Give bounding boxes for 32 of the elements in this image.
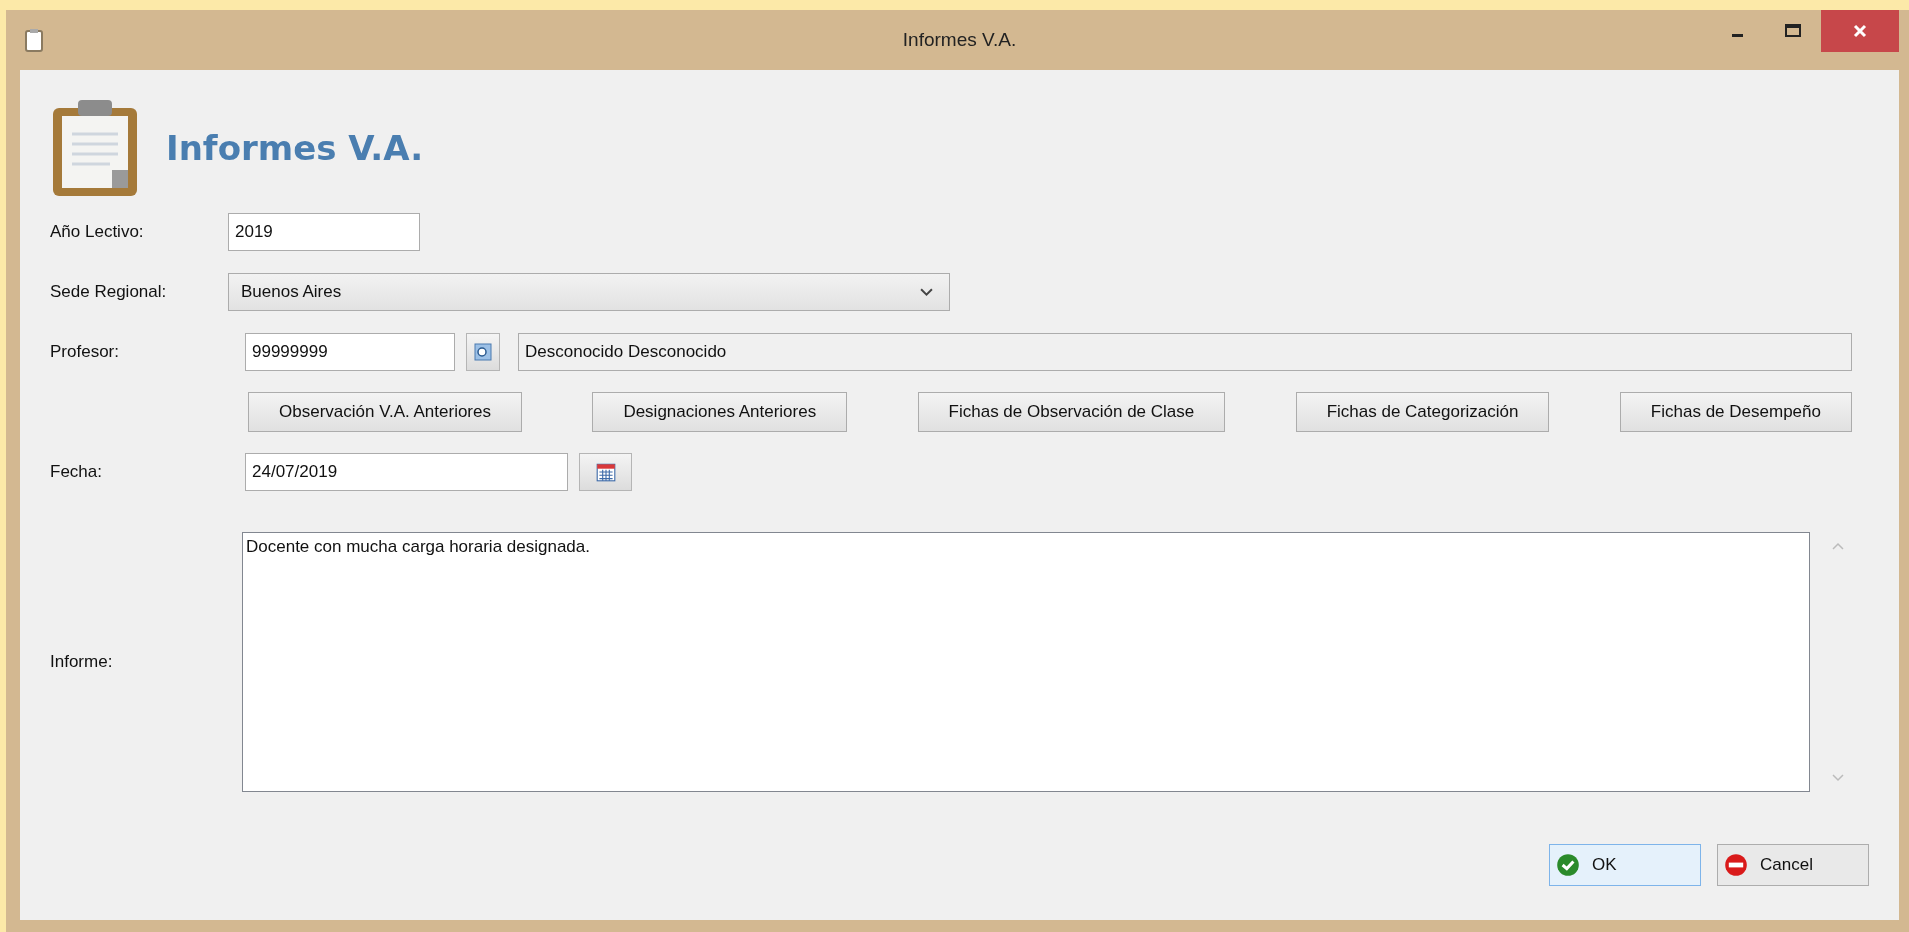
action-button[interactable]: Fichas de Categorización [1295, 392, 1550, 432]
action-button[interactable]: Designaciones Anteriores [592, 392, 848, 432]
field-label: Informe: [50, 652, 114, 672]
report-textarea[interactable]: Docente con mucha carga horaria designada. [242, 532, 1810, 792]
no-entry-icon [1724, 853, 1748, 877]
teacher-id-field[interactable]: 99999999 [245, 333, 455, 371]
cancel-button[interactable]: Cancel [1717, 844, 1869, 886]
scroll-up-icon[interactable] [1832, 542, 1844, 550]
search-icon [473, 342, 493, 362]
action-button[interactable]: Fichas de Desempeño [1619, 392, 1852, 432]
field-label: Profesor: [50, 342, 120, 362]
chevron-down-icon [920, 287, 933, 297]
minimize-icon [1731, 33, 1743, 37]
calendar-icon [594, 461, 617, 483]
field-label: Año Lectivo: [50, 222, 145, 242]
date-field[interactable]: 24/07/2019 [245, 453, 568, 491]
field-label: Fecha: [50, 462, 103, 482]
window-title: Informes V.A. [902, 29, 1017, 51]
region-dropdown[interactable]: Buenos Aires [228, 273, 950, 311]
action-button[interactable]: Fichas de Observación de Clase [917, 392, 1226, 432]
clipboard-icon [50, 98, 140, 198]
clipboard-icon [24, 27, 44, 53]
check-icon [1556, 853, 1580, 877]
scroll-down-icon[interactable] [1832, 774, 1844, 782]
year-field[interactable]: 2019 [228, 213, 420, 251]
form-title: Informes V.A. [166, 128, 424, 168]
calendar-button[interactable] [579, 453, 632, 491]
action-button[interactable]: Observación V.A. Anteriores [248, 392, 522, 432]
ok-button[interactable]: OK [1549, 844, 1701, 886]
teacher-name-field[interactable]: Desconocido Desconocido [518, 333, 1852, 371]
field-label: Sede Regional: [50, 282, 168, 302]
search-button[interactable] [466, 333, 500, 371]
